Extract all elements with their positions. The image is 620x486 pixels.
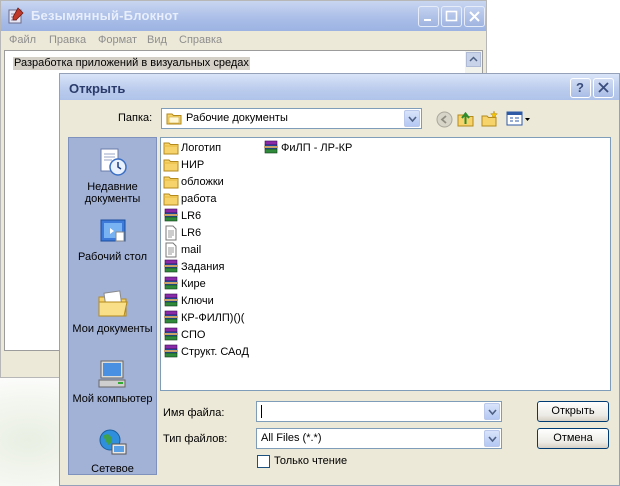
file-item-label: работа [181,193,217,205]
winrar-icon [164,259,178,273]
close-icon [598,82,609,93]
dialog-close-button[interactable] [593,78,614,98]
place-my-computer-label: Мой компьютер [72,393,153,405]
filename-dropdown-button[interactable] [484,403,500,420]
notepad-title: Безымянный-Блокнот [31,8,179,23]
winrar-icon [164,344,178,358]
file-item-label: Структ. САоД [181,346,249,358]
menu-help[interactable]: Справка [179,34,222,46]
text-cursor [261,405,262,418]
winrar-icon [164,327,178,341]
file-item-label: ФиЛП - ЛР-КР [281,142,353,154]
file-item-label: LR6 [181,227,202,239]
file-item-label: СПО [181,329,206,341]
view-menu-icon[interactable] [506,110,532,128]
folder-icon [166,113,182,125]
places-bar: Недавние документы Рабочий стол Мои доку… [68,137,157,475]
network-icon [99,429,126,455]
menu-format[interactable]: Формат [98,34,137,46]
notepad-menubar: Файл Правка Формат Вид Справка [1,31,486,49]
minimize-button[interactable] [418,6,439,27]
open-file-dialog: Открыть ? Папка: Рабочие документы Недав… [59,73,620,486]
file-item-label: Логотип [181,142,222,154]
filetype-value: All Files (*.*) [261,432,322,444]
chevron-down-icon [488,436,497,443]
folder-value: Рабочие документы [186,112,288,124]
my-computer-icon [98,360,125,388]
text-file-icon [165,242,177,258]
scroll-up-button[interactable] [466,52,481,67]
folder-label: Папка: [118,112,153,124]
dialog-title: Открыть [69,81,126,96]
arrow-up-icon [469,56,478,62]
folder-combobox[interactable]: Рабочие документы [161,108,422,129]
question-icon: ? [576,80,584,95]
filename-input[interactable] [256,401,502,422]
file-list[interactable]: Логотип НИР обложки работа LR6 LR6 mail Задания… [160,137,611,391]
maximize-button[interactable] [441,6,462,27]
dialog-titlebar[interactable]: Открыть ? [60,74,619,100]
place-recent-label: Недавние документы [84,181,141,205]
readonly-checkbox[interactable] [257,455,270,468]
new-folder-icon[interactable] [481,110,499,128]
menu-view[interactable]: Вид [147,34,167,46]
cancel-button[interactable]: Отмена [537,428,609,449]
place-my-documents[interactable]: Мои документы [69,288,156,335]
file-item-label: НИР [181,159,205,171]
text-file-icon [165,225,177,241]
folder-icon [163,159,179,172]
chevron-down-icon [408,116,417,123]
file-item-label: Кире [181,278,206,290]
desktop-icon [100,219,125,242]
notepad-app-icon [8,7,24,24]
close-icon [469,11,480,22]
file-item-label: Ключи [181,295,214,307]
file-item-label: mail [181,244,202,256]
selected-text: Разработка приложений в визуальных среда… [13,57,250,70]
my-documents-icon [98,290,128,317]
up-folder-icon[interactable] [457,110,475,128]
filetype-combobox[interactable]: All Files (*.*) [256,428,502,449]
close-button[interactable] [464,6,485,27]
chevron-down-icon [488,409,497,416]
maximize-icon [445,10,458,22]
winrar-icon [164,208,178,222]
file-item-label: Задания [181,261,225,273]
place-recent[interactable]: Недавние документы [69,146,156,205]
recent-documents-icon [100,148,127,176]
winrar-icon [164,293,178,307]
place-my-computer[interactable]: Мой компьютер [69,358,156,405]
menu-edit[interactable]: Правка [49,34,86,46]
back-icon[interactable] [436,111,453,128]
file-item-label: КР-ФИЛП)()( [181,312,245,324]
place-my-documents-label: Мои документы [72,323,153,335]
winrar-icon [264,140,278,154]
place-desktop-label: Рабочий стол [77,251,148,263]
place-network[interactable]: Сетевое [69,428,156,475]
menu-file[interactable]: Файл [9,34,36,46]
winrar-icon [164,310,178,324]
file-item-label: обложки [181,176,224,188]
help-button[interactable]: ? [570,78,591,98]
folder-icon [163,142,179,155]
filetype-label: Тип файлов: [163,433,228,445]
folder-icon [163,176,179,189]
filetype-dropdown-button[interactable] [484,430,500,447]
open-button[interactable]: Открыть [537,401,609,422]
winrar-icon [164,276,178,290]
minimize-icon [424,19,431,21]
folder-dropdown-button[interactable] [404,110,420,127]
place-network-label: Сетевое [91,463,134,475]
folder-icon [163,193,179,206]
filename-label: Имя файла: [163,407,225,419]
file-item-label: LR6 [181,210,202,222]
readonly-label: Только чтение [274,455,348,467]
place-desktop[interactable]: Рабочий стол [69,216,156,263]
notepad-titlebar[interactable]: Безымянный-Блокнот [1,1,486,32]
